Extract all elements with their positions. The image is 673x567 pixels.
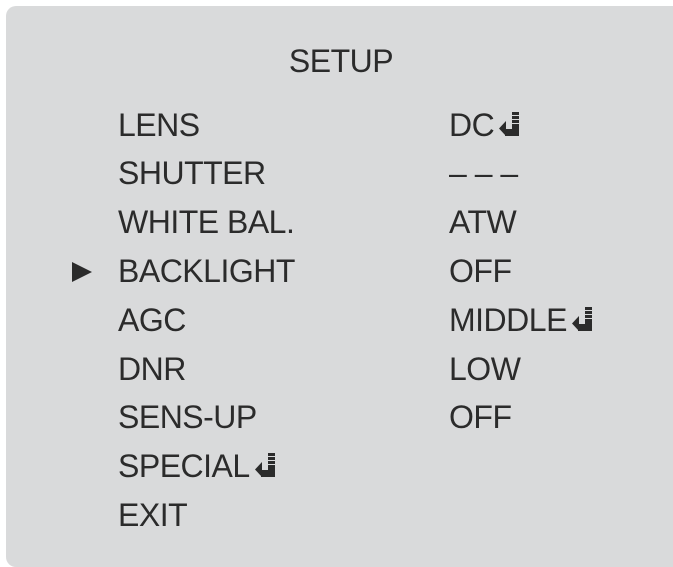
menu-item-value[interactable]: OFF <box>449 396 512 438</box>
menu-item-backlight[interactable]: BACKLIGHT OFF <box>6 250 666 292</box>
menu-item-value[interactable]: ATW <box>449 201 517 243</box>
selection-arrow-icon <box>72 262 92 282</box>
menu-item-value[interactable]: OFF <box>449 250 512 292</box>
menu-item-value[interactable]: DC <box>449 104 521 146</box>
menu-item-label: SENS-UP <box>118 399 257 435</box>
menu-item-dnr[interactable]: DNR LOW <box>6 348 666 390</box>
menu-item-value[interactable]: MIDDLE <box>449 299 594 341</box>
enter-icon <box>499 112 521 136</box>
menu-item-sens-up[interactable]: SENS-UP OFF <box>6 396 666 438</box>
menu-item-value[interactable]: – – – <box>449 152 518 194</box>
osd-setup-menu: SETUP LENS DC SHUTTER – – – WHITE BAL. A… <box>6 6 673 567</box>
menu-item-lens[interactable]: LENS DC <box>6 104 666 146</box>
menu-item-white-bal[interactable]: WHITE BAL. ATW <box>6 201 666 243</box>
enter-icon <box>571 307 594 331</box>
menu-item-label: WHITE BAL. <box>118 204 295 240</box>
menu-item-label: BACKLIGHT <box>118 253 295 289</box>
menu-title: SETUP <box>288 43 394 79</box>
menu-item-agc[interactable]: AGC MIDDLE <box>6 299 666 341</box>
menu-item-shutter[interactable]: SHUTTER – – – <box>6 152 666 194</box>
menu-item-label: SHUTTER <box>118 155 266 191</box>
enter-icon <box>254 453 277 477</box>
menu-item-label: DNR <box>118 351 186 387</box>
menu-item-label: EXIT <box>118 497 188 533</box>
menu-item-special[interactable]: SPECIAL <box>6 445 666 487</box>
menu-item-exit[interactable]: EXIT <box>6 494 666 536</box>
menu-item-label: AGC <box>118 302 186 338</box>
menu-item-label: LENS <box>118 107 200 143</box>
menu-item-value[interactable]: LOW <box>449 348 521 390</box>
menu-item-label: SPECIAL <box>118 445 277 487</box>
